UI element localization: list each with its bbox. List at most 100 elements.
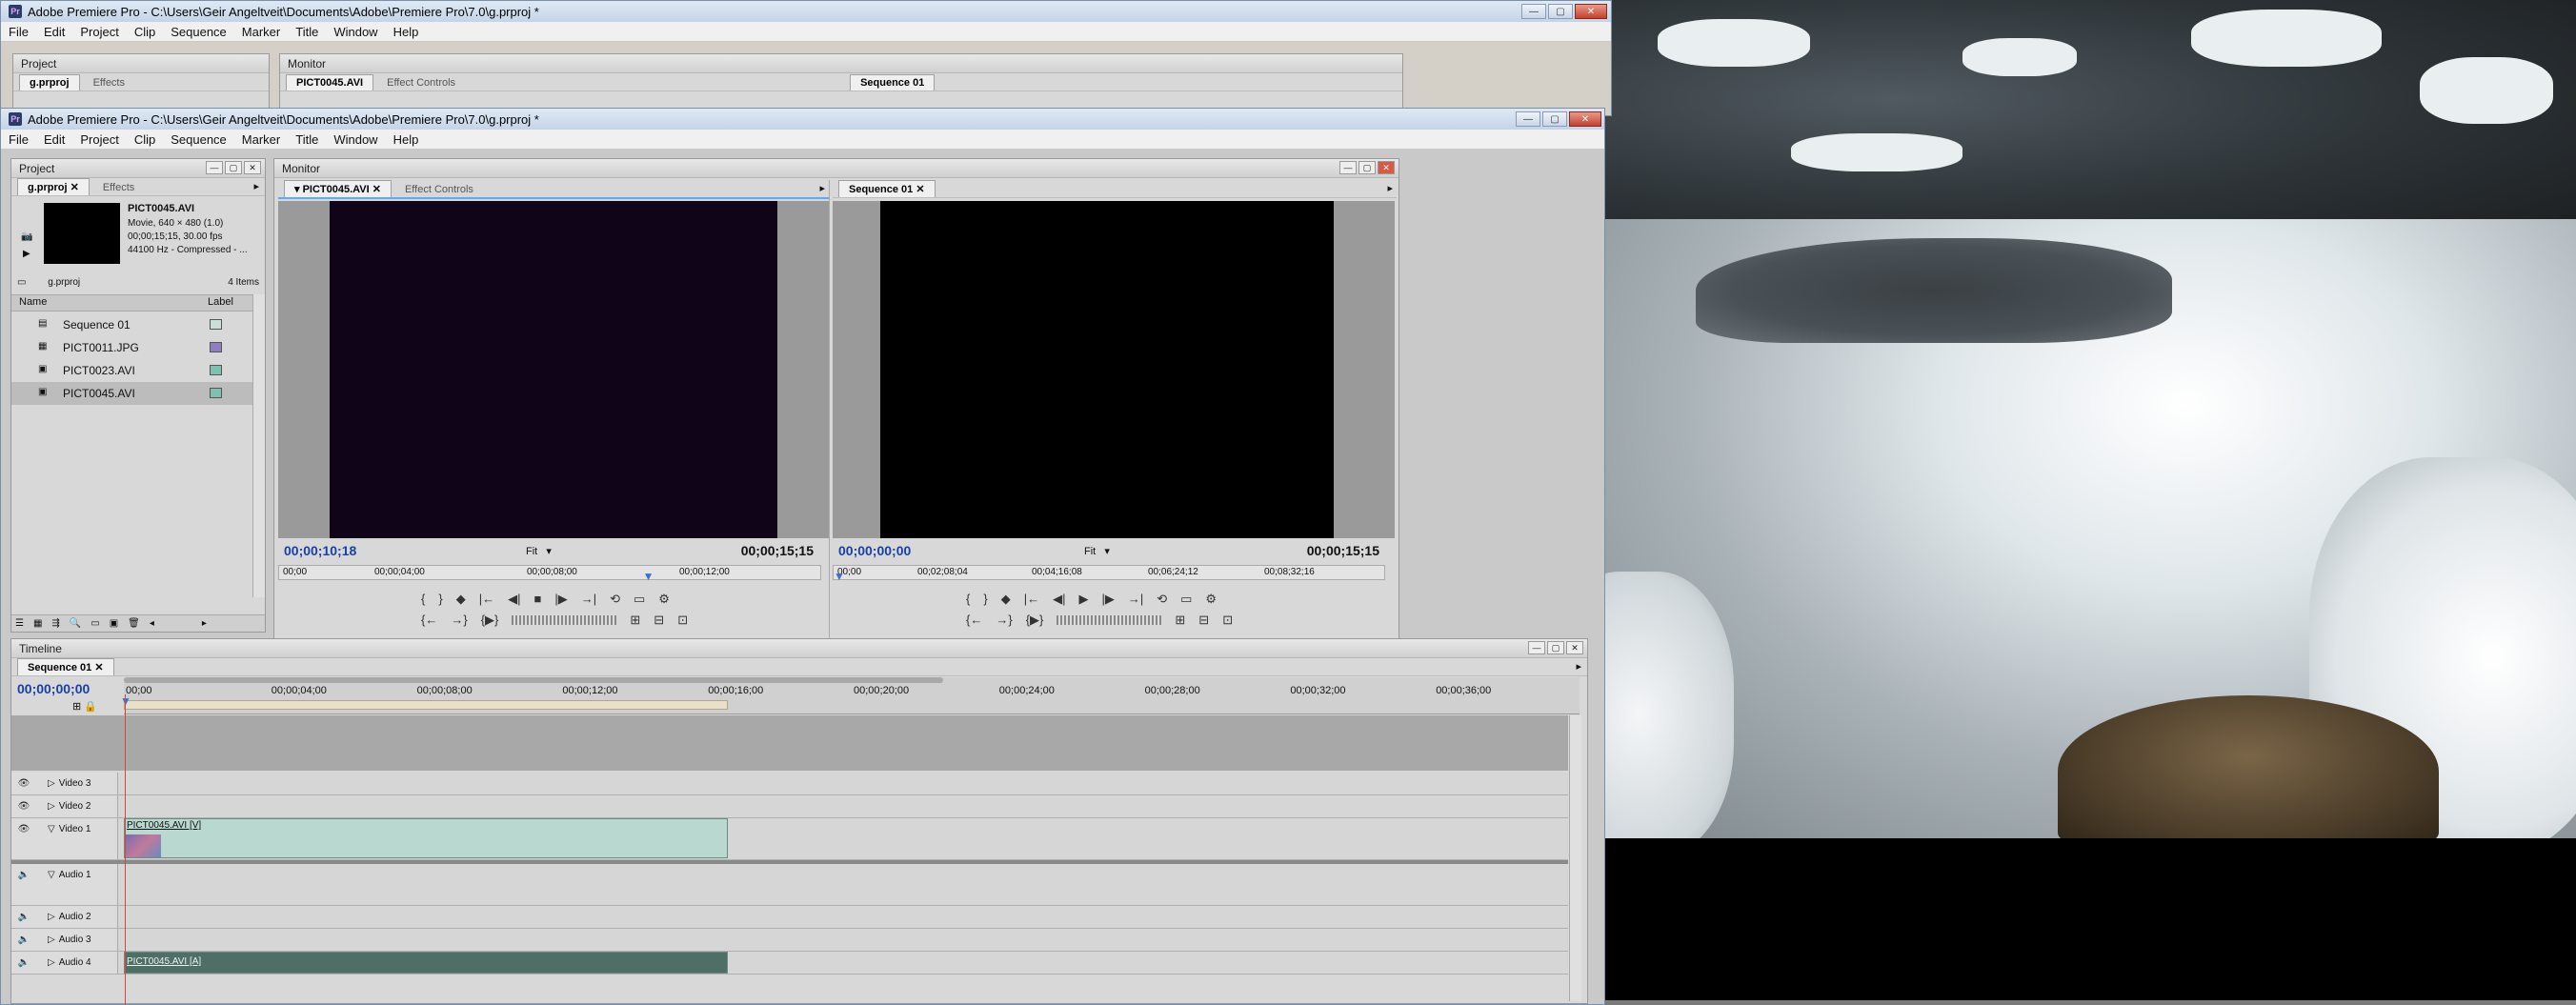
menu-clip[interactable]: Clip — [127, 25, 163, 39]
expand-icon[interactable]: ▽ — [48, 870, 55, 880]
tab-source-clip[interactable]: ▾ PICT0045.AVI ✕ — [284, 180, 392, 197]
panel-menu-icon[interactable]: ▸ — [253, 180, 259, 192]
safe-margins-icon[interactable]: ▭ — [634, 592, 645, 607]
program-current-timecode[interactable]: 00;00;00;00 — [838, 543, 911, 558]
camera-icon[interactable]: 📷 — [21, 231, 32, 242]
speaker-icon[interactable]: 🔈 — [17, 912, 30, 922]
go-to-previous-marker-icon[interactable]: {← — [966, 613, 982, 628]
eye-icon[interactable]: 👁 — [17, 824, 30, 834]
panel-maximize-button[interactable]: ▢ — [225, 161, 242, 174]
stop-icon[interactable]: ■ — [533, 592, 541, 607]
play-in-to-out-icon[interactable]: {▶} — [481, 613, 499, 628]
source-zoom-select[interactable]: Fit ▾ — [526, 545, 552, 557]
menu-project[interactable]: Project — [72, 25, 126, 39]
collapse-icon[interactable]: ▷ — [48, 957, 55, 968]
source-video-display[interactable] — [330, 201, 777, 538]
minimize-button[interactable]: — — [1516, 111, 1540, 127]
tab-project[interactable]: g.prproj ✕ — [17, 178, 90, 195]
step-forward-icon[interactable]: |▶ — [554, 592, 567, 607]
go-to-next-marker-icon[interactable]: →} — [451, 613, 467, 628]
speaker-icon[interactable]: 🔈 — [17, 935, 30, 945]
back-tab-source[interactable]: PICT0045.AVI — [286, 74, 374, 90]
close-icon[interactable]: ✕ — [916, 184, 924, 195]
project-item[interactable]: ▣ PICT0023.AVI — [11, 359, 253, 382]
step-back-icon[interactable]: ◀| — [1053, 592, 1065, 607]
new-item-icon[interactable]: ▣ — [110, 618, 118, 629]
project-item-selected[interactable]: ▣ PICT0045.AVI — [11, 382, 265, 405]
menu-help[interactable]: Help — [386, 132, 427, 147]
trash-icon[interactable]: 🗑 — [128, 618, 140, 629]
output-icon[interactable]: ⚙ — [1205, 592, 1217, 607]
panel-minimize-button[interactable]: — — [206, 161, 223, 174]
panel-close-button[interactable]: ✕ — [1566, 641, 1583, 654]
column-label[interactable]: Label — [208, 296, 233, 308]
program-zoom-select[interactable]: Fit ▾ — [1084, 545, 1110, 557]
menu-window[interactable]: Window — [326, 132, 385, 147]
track-audio-3[interactable]: 🔈 ▷ Audio 3 — [11, 929, 1568, 952]
step-back-icon[interactable]: ◀| — [508, 592, 520, 607]
timeline-scrollbar[interactable] — [1569, 715, 1581, 1001]
track-audio-4[interactable]: 🔈 ▷ Audio 4 PICT0045.AVI [A] — [11, 952, 1568, 975]
menu-title[interactable]: Title — [288, 25, 326, 39]
step-forward-icon[interactable]: |▶ — [1101, 592, 1114, 607]
label-swatch[interactable] — [210, 319, 222, 330]
expand-icon[interactable]: ▽ — [48, 824, 55, 834]
track-audio-2[interactable]: 🔈 ▷ Audio 2 — [11, 906, 1568, 929]
menu-edit[interactable]: Edit — [36, 25, 72, 39]
go-to-out-icon[interactable]: →| — [1128, 592, 1143, 607]
extract-icon[interactable]: ⊟ — [1198, 613, 1209, 628]
menu-marker[interactable]: Marker — [234, 25, 288, 39]
menu-marker[interactable]: Marker — [234, 132, 288, 147]
output-icon[interactable]: ⚙ — [658, 592, 670, 607]
panel-maximize-button[interactable]: ▢ — [1358, 161, 1376, 174]
back-tab-sequence[interactable]: Sequence 01 — [850, 74, 936, 90]
menu-file[interactable]: File — [1, 25, 36, 39]
program-video-display[interactable] — [880, 201, 1334, 538]
menu-window[interactable]: Window — [326, 25, 385, 39]
menu-title[interactable]: Title — [288, 132, 326, 147]
menu-project[interactable]: Project — [72, 132, 126, 147]
panel-minimize-button[interactable]: — — [1339, 161, 1357, 174]
label-swatch[interactable] — [210, 388, 222, 398]
close-icon[interactable]: ✕ — [94, 662, 103, 673]
source-time-ruler[interactable]: 00;00 00;00;04;00 00;00;08;00 00;00;12;0… — [278, 565, 821, 583]
timeline-current-timecode[interactable]: 00;00;00;00 — [17, 681, 90, 696]
trim-icon[interactable]: ⊡ — [1222, 613, 1233, 628]
collapse-icon[interactable]: ▷ — [48, 778, 55, 789]
insert-icon[interactable]: ⊞ — [630, 613, 640, 628]
menu-sequence[interactable]: Sequence — [163, 132, 234, 147]
menu-help[interactable]: Help — [386, 25, 427, 39]
safe-margins-icon[interactable]: ▭ — [1180, 592, 1192, 607]
back-tab-effects[interactable]: Effects — [84, 75, 134, 90]
scroll-left-icon[interactable]: ◂ — [150, 618, 154, 629]
tab-effects[interactable]: Effects — [93, 180, 144, 195]
lock-icon[interactable]: 🔒 — [84, 701, 97, 713]
tab-effect-controls[interactable]: Effect Controls — [395, 182, 483, 197]
tab-program-sequence[interactable]: Sequence 01 ✕ — [838, 180, 936, 197]
automate-icon[interactable]: ⇶ — [51, 618, 59, 629]
tab-sequence[interactable]: Sequence 01 ✕ — [17, 658, 114, 675]
set-marker-icon[interactable]: ◆ — [1001, 592, 1011, 607]
audio-clip[interactable]: PICT0045.AVI [A] — [124, 952, 729, 974]
mark-in-icon[interactable]: { — [966, 592, 970, 607]
menu-clip[interactable]: Clip — [127, 132, 163, 147]
speaker-icon[interactable]: 🔈 — [17, 957, 30, 968]
go-to-in-icon[interactable]: |← — [1024, 592, 1039, 607]
column-name[interactable]: Name — [19, 296, 47, 308]
eye-icon[interactable]: 👁 — [17, 801, 30, 812]
panel-menu-icon[interactable]: ▸ — [819, 182, 825, 194]
panel-close-button[interactable]: ✕ — [244, 161, 261, 174]
mark-out-icon[interactable]: } — [438, 592, 442, 607]
track-video-2[interactable]: 👁 ▷ Video 2 — [11, 795, 1568, 818]
maximize-button[interactable]: ▢ — [1548, 4, 1573, 19]
panel-minimize-button[interactable]: — — [1528, 641, 1545, 654]
mark-in-icon[interactable]: { — [421, 592, 425, 607]
close-button[interactable]: ✕ — [1569, 111, 1601, 127]
label-swatch[interactable] — [210, 365, 222, 375]
timeline-ruler[interactable]: 00;00 00;00;04;00 00;00;08;00 00;00;12;00 00… — [120, 677, 1580, 714]
project-scrollbar[interactable] — [252, 294, 265, 597]
menu-file[interactable]: File — [1, 132, 36, 147]
menu-sequence[interactable]: Sequence — [163, 25, 234, 39]
close-button[interactable]: ✕ — [1575, 4, 1607, 19]
new-bin-icon[interactable]: ▭ — [91, 618, 99, 629]
